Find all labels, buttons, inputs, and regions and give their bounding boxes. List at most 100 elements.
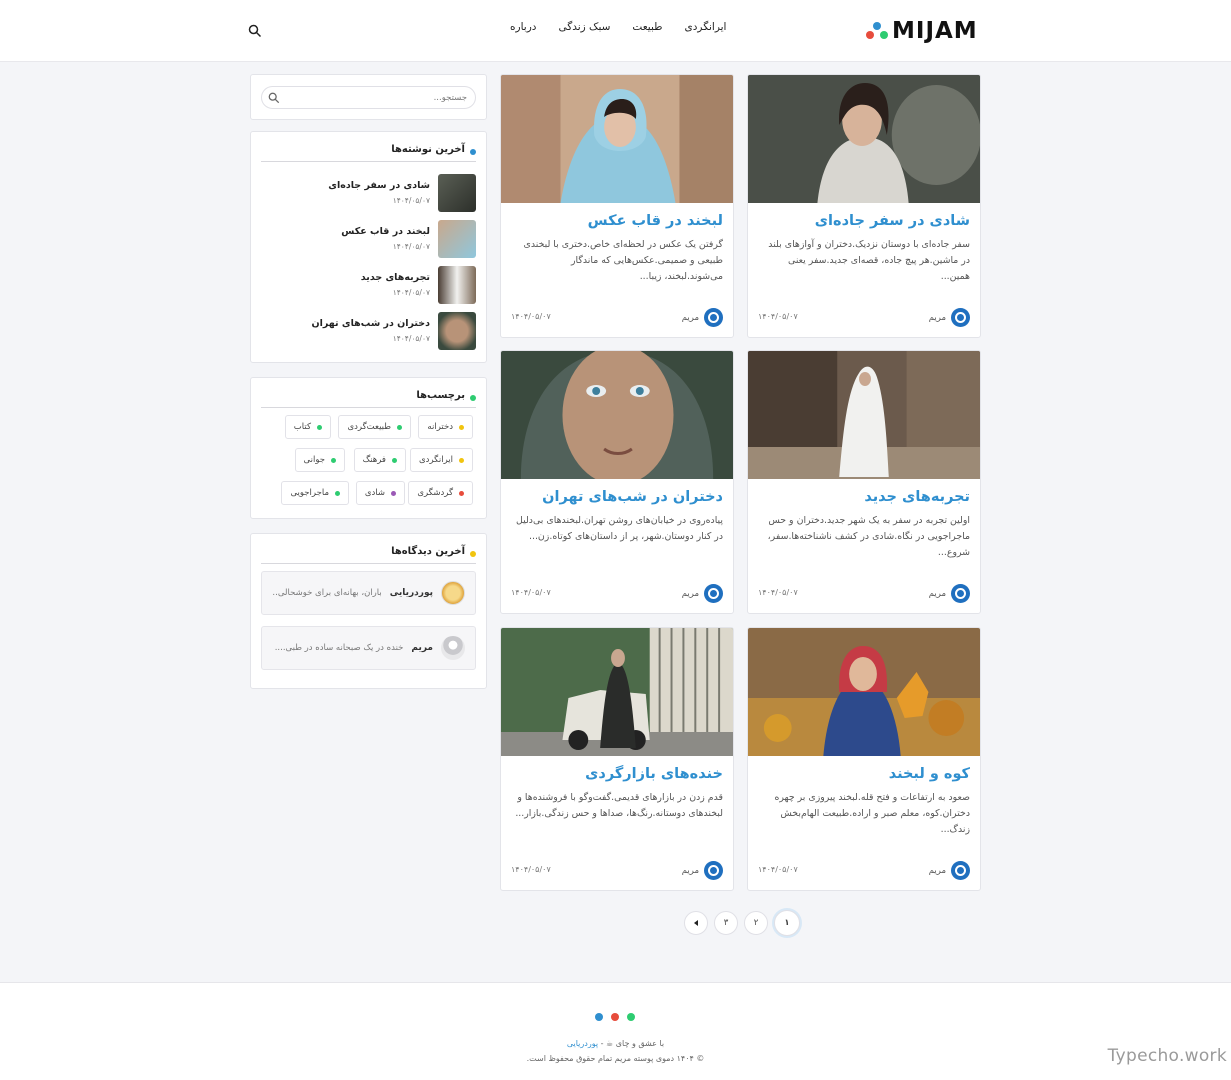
tag-label: گردشگری bbox=[417, 488, 453, 498]
author-avatar bbox=[951, 584, 970, 603]
page-2-button[interactable]: ۲ bbox=[744, 911, 768, 935]
tag-item[interactable]: ماجراجویی bbox=[281, 481, 349, 505]
author-avatar bbox=[704, 308, 723, 327]
comment-author: مریم bbox=[411, 643, 433, 653]
tag-dot-icon bbox=[391, 490, 396, 496]
footer-dots bbox=[595, 1013, 635, 1021]
post-date: ۱۴۰۴/۰۵/۰۷ bbox=[511, 865, 551, 874]
post-title[interactable]: کوه و لبخند bbox=[889, 766, 970, 782]
widget-title: آخرین دیدگاه‌ها bbox=[391, 546, 476, 557]
comment-item[interactable]: پوردریایی باران، بهانه‌ای برای خوشحالی..… bbox=[261, 571, 476, 615]
tag-item[interactable]: جوانی bbox=[294, 448, 345, 472]
site-logo[interactable]: MIJAM bbox=[864, 18, 978, 44]
author-name: مریم bbox=[681, 312, 699, 323]
tag-item[interactable]: فرهنگ bbox=[353, 448, 406, 472]
widget-title-text: آخرین دیدگاه‌ها bbox=[391, 546, 465, 557]
post-title[interactable]: دختران در شب‌های تهران bbox=[542, 489, 723, 505]
bullet-icon bbox=[470, 148, 476, 155]
comment-text[interactable]: باران، بهانه‌ای برای خوشحالی.... bbox=[272, 588, 382, 598]
comment-item[interactable]: مریم خنده در یک صبحانه ساده در طبی.... bbox=[261, 626, 476, 670]
recent-post-item[interactable]: دختران در شب‌های تهران ۱۴۰۴/۰۵/۰۷ bbox=[311, 312, 476, 350]
widget-title: برچسب‌ها bbox=[416, 390, 476, 401]
post-card[interactable]: خنده‌های بازارگردی قدم زدن در بازارهای ق… bbox=[500, 627, 734, 891]
author-name: مریم bbox=[928, 312, 946, 323]
tag-dot-icon bbox=[335, 490, 340, 496]
post-excerpt: قدم زدن در بازارهای قدیمی.گفت‌وگو با فرو… bbox=[515, 792, 723, 819]
tag-label: دخترانه bbox=[427, 422, 453, 432]
post-card[interactable]: کوه و لبخند صعود به ارتفاعات و فتح قله.ل… bbox=[747, 627, 981, 891]
comment-text[interactable]: خنده در یک صبحانه ساده در طبی.... bbox=[275, 643, 404, 653]
author-avatar bbox=[704, 861, 723, 880]
comment-author: پوردریایی bbox=[389, 588, 433, 598]
recent-post-item[interactable]: شادی در سفر جاده‌ای ۱۴۰۴/۰۵/۰۷ bbox=[328, 174, 476, 212]
search-icon[interactable] bbox=[268, 92, 280, 104]
tag-dot-icon bbox=[331, 457, 336, 463]
post-card[interactable]: دختران در شب‌های تهران پیاده‌روی در خیاب… bbox=[500, 350, 734, 614]
widget-title: آخرین نوشته‌ها bbox=[391, 144, 476, 155]
post-title[interactable]: شادی در سفر جاده‌ای bbox=[815, 213, 970, 229]
tag-label: جوانی bbox=[303, 455, 325, 465]
post-card[interactable]: تجربه‌های جدید اولین تجربه در سفر به یک … bbox=[747, 350, 981, 614]
post-author: مریم bbox=[682, 308, 723, 327]
tag-item[interactable]: طبیعت‌گردی bbox=[338, 415, 411, 439]
post-card[interactable]: شادی در سفر جاده‌ای سفر جاده‌ای با دوستا… bbox=[747, 74, 981, 338]
post-image[interactable] bbox=[501, 75, 733, 203]
commenter-avatar bbox=[441, 581, 465, 605]
footer-credit-text: با عشق و چای ☕ - bbox=[598, 1039, 665, 1048]
tag-item[interactable]: گردشگری bbox=[408, 481, 473, 505]
nav-item-about[interactable]: درباره bbox=[510, 21, 536, 33]
divider bbox=[261, 563, 476, 564]
post-date: ۱۴۰۴/۰۵/۰۷ bbox=[758, 312, 798, 321]
search-input[interactable] bbox=[284, 90, 467, 105]
tag-label: ماجراجویی bbox=[290, 488, 329, 498]
post-date: ۱۴۰۴/۰۵/۰۷ bbox=[758, 588, 798, 597]
bullet-icon bbox=[470, 394, 476, 401]
post-card[interactable]: لبخند در قاب عکس گرفتن یک عکس در لحظه‌ای… bbox=[500, 74, 734, 338]
post-image[interactable] bbox=[748, 75, 980, 203]
post-excerpt: سفر جاده‌ای با دوستان نزدیک.دختران و آوا… bbox=[768, 239, 970, 282]
nav-item-lifestyle[interactable]: سبک زندگی bbox=[558, 21, 610, 33]
tag-item[interactable]: کتاب bbox=[284, 415, 331, 439]
tag-label: فرهنگ bbox=[362, 455, 386, 465]
post-image[interactable] bbox=[748, 628, 980, 756]
tag-item[interactable]: ایرانگردی bbox=[410, 448, 473, 472]
recent-post-title[interactable]: دختران در شب‌های تهران bbox=[311, 318, 430, 329]
post-title[interactable]: خنده‌های بازارگردی bbox=[585, 766, 723, 782]
author-avatar bbox=[704, 584, 723, 603]
post-image[interactable] bbox=[748, 351, 980, 479]
page-1-button[interactable]: ۱ bbox=[774, 910, 800, 936]
author-avatar bbox=[951, 308, 970, 327]
recent-post-date: ۱۴۰۴/۰۵/۰۷ bbox=[392, 334, 430, 343]
page-3-button[interactable]: ۳ bbox=[714, 911, 738, 935]
tag-dot-icon bbox=[392, 457, 397, 463]
prev-page-button[interactable] bbox=[684, 911, 708, 935]
post-thumbnail[interactable] bbox=[438, 174, 476, 212]
post-thumbnail[interactable] bbox=[438, 266, 476, 304]
search-widget bbox=[250, 74, 487, 120]
search-box bbox=[261, 86, 476, 109]
watermark: Typecho.work bbox=[1107, 1046, 1227, 1066]
post-title[interactable]: لبخند در قاب عکس bbox=[588, 213, 723, 229]
post-title[interactable]: تجربه‌های جدید bbox=[864, 489, 970, 505]
post-excerpt: پیاده‌روی در خیابان‌های روشن تهران.لبخند… bbox=[516, 515, 723, 542]
recent-posts-widget: آخرین نوشته‌ها شادی در سفر جاده‌ای ۱۴۰۴/۰… bbox=[250, 131, 487, 363]
search-icon[interactable] bbox=[248, 24, 262, 38]
recent-post-title[interactable]: شادی در سفر جاده‌ای bbox=[328, 180, 430, 191]
post-thumbnail[interactable] bbox=[438, 220, 476, 258]
footer-credit: با عشق و چای ☕ - پوردریایی bbox=[0, 1039, 1231, 1048]
post-image[interactable] bbox=[501, 628, 733, 756]
post-thumbnail[interactable] bbox=[438, 312, 476, 350]
recent-post-item[interactable]: تجربه‌های جدید ۱۴۰۴/۰۵/۰۷ bbox=[361, 266, 476, 304]
tag-item[interactable]: شادی bbox=[355, 481, 405, 505]
nav-item-iran-travel[interactable]: ایرانگردی bbox=[685, 21, 727, 33]
recent-post-title[interactable]: لبخند در قاب عکس bbox=[341, 226, 430, 237]
tag-item[interactable]: دخترانه bbox=[418, 415, 473, 439]
recent-post-item[interactable]: لبخند در قاب عکس ۱۴۰۴/۰۵/۰۷ bbox=[341, 220, 476, 258]
tag-label: طبیعت‌گردی bbox=[347, 422, 391, 432]
footer-author-link[interactable]: پوردریایی bbox=[567, 1039, 598, 1048]
post-image[interactable] bbox=[501, 351, 733, 479]
nav-item-nature[interactable]: طبیعت bbox=[632, 21, 662, 33]
post-author: مریم bbox=[929, 861, 970, 880]
recent-post-title[interactable]: تجربه‌های جدید bbox=[361, 272, 430, 283]
recent-comments-widget: آخرین دیدگاه‌ها پوردریایی باران، بهانه‌ا… bbox=[250, 533, 487, 689]
